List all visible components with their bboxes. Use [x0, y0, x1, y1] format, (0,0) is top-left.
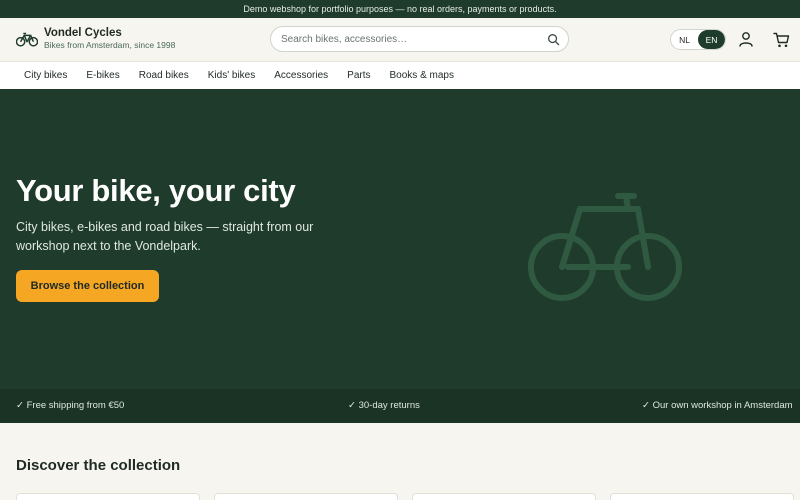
- collection-card[interactable]: [214, 493, 398, 500]
- brand-name: Vondel Cycles: [44, 27, 122, 39]
- nav-item-kids-bikes[interactable]: Kids' bikes: [208, 70, 256, 81]
- search-icon[interactable]: [547, 33, 560, 46]
- brand-logo-link[interactable]: Vondel Cycles Bikes from Amsterdam, sinc…: [16, 26, 175, 51]
- bicycle-icon: [16, 32, 38, 47]
- language-en-button[interactable]: EN: [698, 30, 725, 49]
- hero-banner: Your bike, your city City bikes, e-bikes…: [0, 89, 800, 389]
- hero-title: Your bike, your city: [16, 173, 296, 208]
- site-header: Vondel Cycles Bikes from Amsterdam, sinc…: [0, 18, 800, 61]
- language-nl-button[interactable]: NL: [671, 30, 698, 49]
- user-icon[interactable]: [738, 31, 754, 47]
- nav-item-city-bikes[interactable]: City bikes: [24, 70, 67, 81]
- nav-item-books-maps[interactable]: Books & maps: [390, 70, 454, 81]
- usp-bar: ✓ Free shipping from €50 ✓ 30-day return…: [0, 389, 800, 423]
- language-switcher: NL EN: [670, 29, 726, 50]
- nav-item-parts[interactable]: Parts: [347, 70, 370, 81]
- search-input[interactable]: [281, 31, 541, 48]
- announcement-text: Demo webshop for portfolio purposes — no…: [243, 4, 557, 14]
- usp-returns: ✓ 30-day returns: [348, 400, 420, 411]
- nav-item-accessories[interactable]: Accessories: [274, 70, 328, 81]
- bicycle-icon: [528, 193, 682, 301]
- brand-tagline: Bikes from Amsterdam, since 1998: [44, 40, 176, 50]
- category-nav: City bikes E-bikes Road bikes Kids' bike…: [0, 61, 800, 89]
- collection-card[interactable]: [610, 493, 794, 500]
- usp-workshop: ✓ Our own workshop in Amsterdam: [642, 400, 793, 411]
- nav-item-road-bikes[interactable]: Road bikes: [139, 70, 189, 81]
- nav-item-e-bikes[interactable]: E-bikes: [86, 70, 119, 81]
- hero-subtitle: City bikes, e-bikes and road bikes — str…: [16, 220, 314, 253]
- search-box: [270, 26, 569, 52]
- section-title: Discover the collection: [16, 457, 181, 474]
- collection-card[interactable]: [16, 493, 200, 500]
- announcement-bar: Demo webshop for portfolio purposes — no…: [0, 0, 800, 18]
- usp-free-shipping: ✓ Free shipping from €50: [16, 400, 125, 411]
- collection-card[interactable]: [412, 493, 596, 500]
- cart-icon[interactable]: [773, 32, 790, 48]
- browse-collection-button[interactable]: Browse the collection: [16, 270, 159, 302]
